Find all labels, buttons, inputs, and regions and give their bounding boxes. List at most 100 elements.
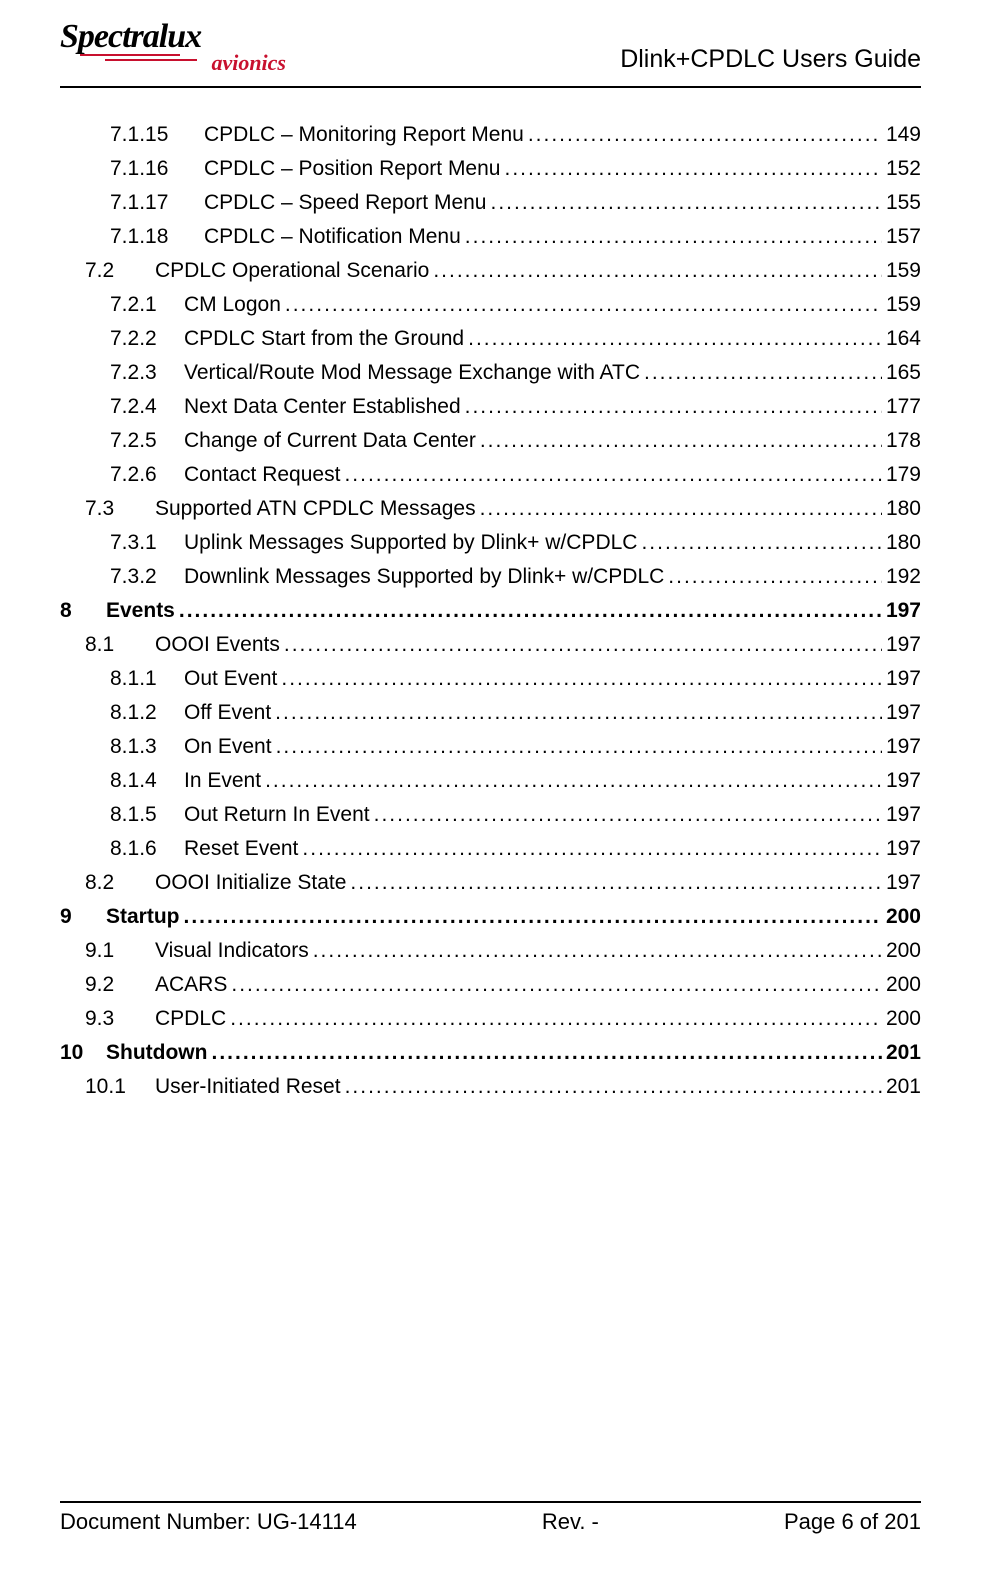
toc-entry-number: 7.1.16 <box>110 152 200 186</box>
toc-leader-dots <box>276 730 882 764</box>
toc-entry[interactable]: 7.2.1CM Logon159 <box>60 288 921 322</box>
toc-entry[interactable]: 8.1.1Out Event197 <box>60 662 921 696</box>
toc-entry-page: 201 <box>886 1070 921 1104</box>
toc-entry-number: 7.2 <box>85 254 151 288</box>
toc-leader-dots <box>350 866 882 900</box>
toc-entry-page: 197 <box>886 730 921 764</box>
toc-entry-page: 200 <box>886 1002 921 1036</box>
toc-entry[interactable]: 8.1.3On Event197 <box>60 730 921 764</box>
page-container: Spectralux avionics Dlink+CPDLC Users Gu… <box>0 0 981 1580</box>
toc-entry[interactable]: 7.3.2Downlink Messages Supported by Dlin… <box>60 560 921 594</box>
toc-entry[interactable]: 7.3Supported ATN CPDLC Messages180 <box>60 492 921 526</box>
toc-entry-page: 200 <box>886 968 921 1002</box>
toc-entry-page: 157 <box>886 220 921 254</box>
toc-entry[interactable]: 7.2.4Next Data Center Established177 <box>60 390 921 424</box>
toc-entry[interactable]: 8.1.5Out Return In Event197 <box>60 798 921 832</box>
toc-entry-title: CPDLC – Notification Menu <box>204 220 461 254</box>
toc-entry-title: CPDLC Start from the Ground <box>184 322 464 356</box>
toc-entry-title: OOOI Events <box>155 628 280 662</box>
toc-entry-page: 152 <box>886 152 921 186</box>
toc-entry-title: Change of Current Data Center <box>184 424 476 458</box>
toc-entry[interactable]: 7.2.3Vertical/Route Mod Message Exchange… <box>60 356 921 390</box>
toc-entry[interactable]: 7.2CPDLC Operational Scenario159 <box>60 254 921 288</box>
toc-entry-number: 7.2.4 <box>110 390 180 424</box>
toc-entry-title: CPDLC – Monitoring Report Menu <box>204 118 524 152</box>
toc-entry-number: 7.2.1 <box>110 288 180 322</box>
toc-entry-number: 10.1 <box>85 1070 151 1104</box>
toc-entry-title: Supported ATN CPDLC Messages <box>155 492 476 526</box>
toc-entry-number: 8.1 <box>85 628 151 662</box>
toc-entry[interactable]: 7.2.2CPDLC Start from the Ground164 <box>60 322 921 356</box>
toc-entry-number: 7.2.2 <box>110 322 180 356</box>
toc-entry[interactable]: 7.2.6Contact Request179 <box>60 458 921 492</box>
toc-leader-dots <box>179 594 882 628</box>
toc-entry[interactable]: 9.1Visual Indicators200 <box>60 934 921 968</box>
toc-entry-page: 201 <box>886 1036 921 1070</box>
toc-entry-title: CPDLC – Speed Report Menu <box>204 186 487 220</box>
toc-entry-title: In Event <box>184 764 261 798</box>
toc-entry-title: Startup <box>106 900 180 934</box>
company-logo: Spectralux avionics <box>60 18 280 78</box>
toc-entry-title: ACARS <box>155 968 227 1002</box>
toc-entry[interactable]: 8Events197 <box>60 594 921 628</box>
toc-entry-title: Next Data Center Established <box>184 390 461 424</box>
toc-entry[interactable]: 8.1OOOI Events197 <box>60 628 921 662</box>
toc-entry-title: Reset Event <box>184 832 298 866</box>
toc-entry[interactable]: 9.3CPDLC200 <box>60 1002 921 1036</box>
toc-entry-page: 200 <box>886 934 921 968</box>
toc-entry-page: 149 <box>886 118 921 152</box>
toc-entry-number: 10 <box>60 1036 102 1070</box>
toc-leader-dots <box>345 1070 882 1104</box>
toc-leader-dots <box>480 492 882 526</box>
toc-entry-page: 197 <box>886 662 921 696</box>
toc-entry[interactable]: 7.1.15CPDLC – Monitoring Report Menu149 <box>60 118 921 152</box>
toc-leader-dots <box>641 526 882 560</box>
toc-entry-number: 7.2.5 <box>110 424 180 458</box>
toc-entry-title: Uplink Messages Supported by Dlink+ w/CP… <box>184 526 637 560</box>
toc-entry[interactable]: 10.1User-Initiated Reset 201 <box>60 1070 921 1104</box>
toc-entry-title: Vertical/Route Mod Message Exchange with… <box>184 356 640 390</box>
toc-entry-title: User-Initiated Reset <box>155 1070 341 1104</box>
logo-decoration-line-1 <box>80 54 180 56</box>
toc-entry[interactable]: 7.1.18CPDLC – Notification Menu157 <box>60 220 921 254</box>
toc-entry-title: CPDLC <box>155 1002 226 1036</box>
toc-entry-title: On Event <box>184 730 272 764</box>
toc-entry-title: Out Return In Event <box>184 798 370 832</box>
toc-leader-dots <box>344 458 882 492</box>
toc-entry-page: 180 <box>886 526 921 560</box>
toc-leader-dots <box>275 696 882 730</box>
toc-entry[interactable]: 10Shutdown 201 <box>60 1036 921 1070</box>
toc-entry-page: 200 <box>886 900 921 934</box>
toc-leader-dots <box>528 118 882 152</box>
toc-entry-page: 197 <box>886 798 921 832</box>
toc-entry-number: 9.1 <box>85 934 151 968</box>
toc-leader-dots <box>313 934 882 968</box>
toc-leader-dots <box>374 798 882 832</box>
toc-entry-number: 8.1.6 <box>110 832 180 866</box>
toc-entry[interactable]: 8.1.6Reset Event197 <box>60 832 921 866</box>
toc-entry-title: Shutdown <box>106 1036 207 1070</box>
page-header: Spectralux avionics Dlink+CPDLC Users Gu… <box>60 18 921 88</box>
toc-entry-page: 197 <box>886 696 921 730</box>
toc-entry[interactable]: 7.1.16CPDLC – Position Report Menu152 <box>60 152 921 186</box>
toc-entry-number: 8.1.1 <box>110 662 180 696</box>
toc-entry[interactable]: 7.3.1Uplink Messages Supported by Dlink+… <box>60 526 921 560</box>
toc-entry[interactable]: 9Startup200 <box>60 900 921 934</box>
table-of-contents: 7.1.15CPDLC – Monitoring Report Menu1497… <box>60 118 921 1104</box>
toc-leader-dots <box>231 968 882 1002</box>
toc-entry-title: OOOI Initialize State <box>155 866 346 900</box>
toc-leader-dots <box>644 356 882 390</box>
toc-entry-page: 165 <box>886 356 921 390</box>
toc-entry[interactable]: 8.1.4In Event197 <box>60 764 921 798</box>
toc-entry[interactable]: 9.2ACARS200 <box>60 968 921 1002</box>
toc-entry-title: Events <box>106 594 175 628</box>
toc-entry-page: 197 <box>886 764 921 798</box>
toc-entry[interactable]: 7.1.17CPDLC – Speed Report Menu155 <box>60 186 921 220</box>
toc-leader-dots <box>302 832 882 866</box>
toc-entry[interactable]: 8.1.2Off Event197 <box>60 696 921 730</box>
toc-leader-dots <box>668 560 882 594</box>
toc-entry[interactable]: 8.2OOOI Initialize State197 <box>60 866 921 900</box>
toc-entry-page: 159 <box>886 288 921 322</box>
toc-entry-number: 8 <box>60 594 102 628</box>
toc-entry[interactable]: 7.2.5Change of Current Data Center178 <box>60 424 921 458</box>
